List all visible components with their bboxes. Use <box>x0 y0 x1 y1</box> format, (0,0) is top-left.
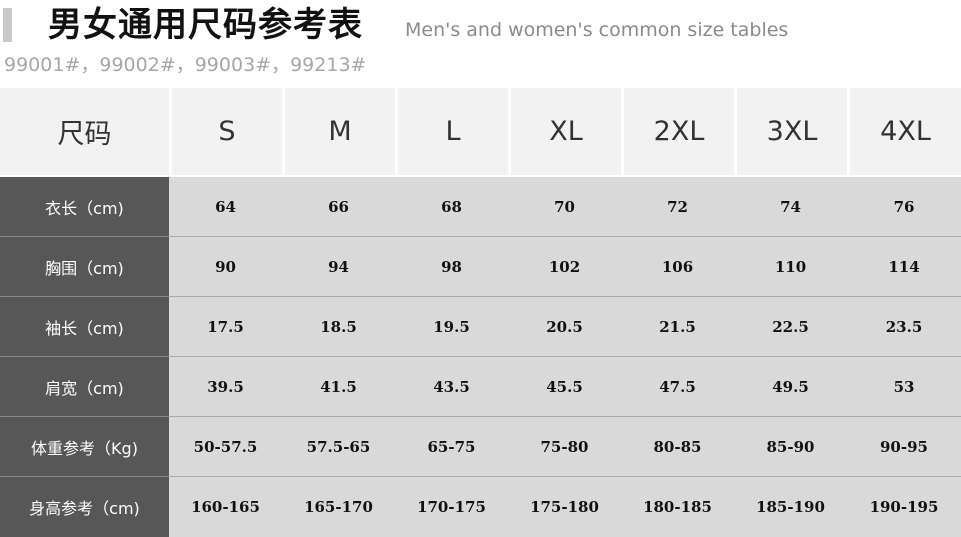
table-cell: 64 <box>215 198 236 216</box>
table-cell: 21.5 <box>659 318 696 336</box>
table-body: 衣长（cm) 64 66 68 70 72 74 76 胸围（cm) 90 94… <box>0 177 961 537</box>
table-cell: 80-85 <box>653 438 702 456</box>
header-cell-3xl: 3XL <box>737 88 847 175</box>
table-cell: 39.5 <box>207 378 244 396</box>
table-cell: 70 <box>554 198 575 216</box>
header-cell-m: M <box>285 88 395 175</box>
table-cell: 72 <box>667 198 688 216</box>
table-cell: 165-170 <box>304 498 373 516</box>
table-cell: 190-195 <box>869 498 939 516</box>
row-values: 17.5 18.5 19.5 20.5 21.5 22.5 23.5 <box>169 297 961 357</box>
table-cell: 57.5-65 <box>306 438 371 456</box>
row-label-weight: 体重参考（Kg) <box>0 417 169 477</box>
table-cell: 20.5 <box>546 318 583 336</box>
table-cell: 68 <box>441 198 462 216</box>
row-label-sleeve: 袖长（cm) <box>0 297 169 357</box>
size-table: 尺码 S M L XL 2XL 3XL 4XL 衣长（cm) 64 66 68 … <box>0 85 961 537</box>
row-values: 160-165 165-170 170-175 175-180 180-185 … <box>169 477 961 537</box>
table-cell: 90-95 <box>880 438 928 456</box>
table-cell: 19.5 <box>433 318 470 336</box>
row-label-shoulder: 肩宽（cm) <box>0 357 169 417</box>
table-cell: 94 <box>328 258 349 276</box>
table-header-row: 尺码 S M L XL 2XL 3XL 4XL <box>0 85 961 177</box>
table-row: 衣长（cm) 64 66 68 70 72 74 76 <box>0 177 961 237</box>
header-cell-size: 尺码 <box>0 88 169 175</box>
table-cell: 53 <box>893 378 915 396</box>
row-label-length: 衣长（cm) <box>0 177 169 237</box>
title-accent-bar <box>3 8 12 42</box>
table-cell: 180-185 <box>643 498 712 516</box>
table-cell: 110 <box>774 258 807 276</box>
table-cell: 114 <box>888 258 920 276</box>
header-cell-2xl: 2XL <box>624 88 734 175</box>
table-cell: 175-180 <box>530 498 599 516</box>
table-cell: 75-80 <box>540 438 589 456</box>
table-cell: 23.5 <box>885 318 923 336</box>
table-cell: 76 <box>893 198 915 216</box>
header-cell-l: L <box>398 88 508 175</box>
table-cell: 17.5 <box>207 318 244 336</box>
table-row: 肩宽（cm) 39.5 41.5 43.5 45.5 47.5 49.5 53 <box>0 357 961 417</box>
table-cell: 160-165 <box>191 498 260 516</box>
model-codes: 99001#，99002#，99003#，99213# <box>4 54 367 76</box>
table-cell: 170-175 <box>417 498 486 516</box>
table-cell: 22.5 <box>772 318 809 336</box>
table-cell: 106 <box>661 258 694 276</box>
row-values: 64 66 68 70 72 74 76 <box>169 177 961 237</box>
table-row: 袖长（cm) 17.5 18.5 19.5 20.5 21.5 22.5 23.… <box>0 297 961 357</box>
table-cell: 18.5 <box>320 318 357 336</box>
table-cell: 47.5 <box>659 378 696 396</box>
table-cell: 102 <box>548 258 581 276</box>
table-cell: 43.5 <box>433 378 470 396</box>
row-values: 90 94 98 102 106 110 114 <box>169 237 961 297</box>
row-label-chest: 胸围（cm) <box>0 237 169 297</box>
table-row: 胸围（cm) 90 94 98 102 106 110 114 <box>0 237 961 297</box>
page-title: 男女通用尺码参考表 <box>48 5 363 45</box>
header-cell-4xl: 4XL <box>850 88 961 175</box>
table-row: 体重参考（Kg) 50-57.5 57.5-65 65-75 75-80 80-… <box>0 417 961 477</box>
table-cell: 185-190 <box>756 498 825 516</box>
table-cell: 98 <box>441 258 462 276</box>
row-label-height: 身高参考（cm) <box>0 477 169 537</box>
header-cell-xl: XL <box>511 88 621 175</box>
table-cell: 74 <box>780 198 801 216</box>
table-cell: 90 <box>215 258 236 276</box>
table-row: 身高参考（cm) 160-165 165-170 170-175 175-180… <box>0 477 961 537</box>
header-cell-s: S <box>172 88 282 175</box>
table-cell: 41.5 <box>320 378 357 396</box>
table-cell: 50-57.5 <box>193 438 258 456</box>
table-cell: 45.5 <box>546 378 583 396</box>
table-cell: 65-75 <box>427 438 476 456</box>
table-cell: 85-90 <box>766 438 815 456</box>
table-cell: 66 <box>328 198 349 216</box>
table-cell: 49.5 <box>772 378 809 396</box>
page-subtitle: Men's and women's common size tables <box>405 19 789 41</box>
row-values: 50-57.5 57.5-65 65-75 75-80 80-85 85-90 … <box>169 417 961 477</box>
row-values: 39.5 41.5 43.5 45.5 47.5 49.5 53 <box>169 357 961 417</box>
